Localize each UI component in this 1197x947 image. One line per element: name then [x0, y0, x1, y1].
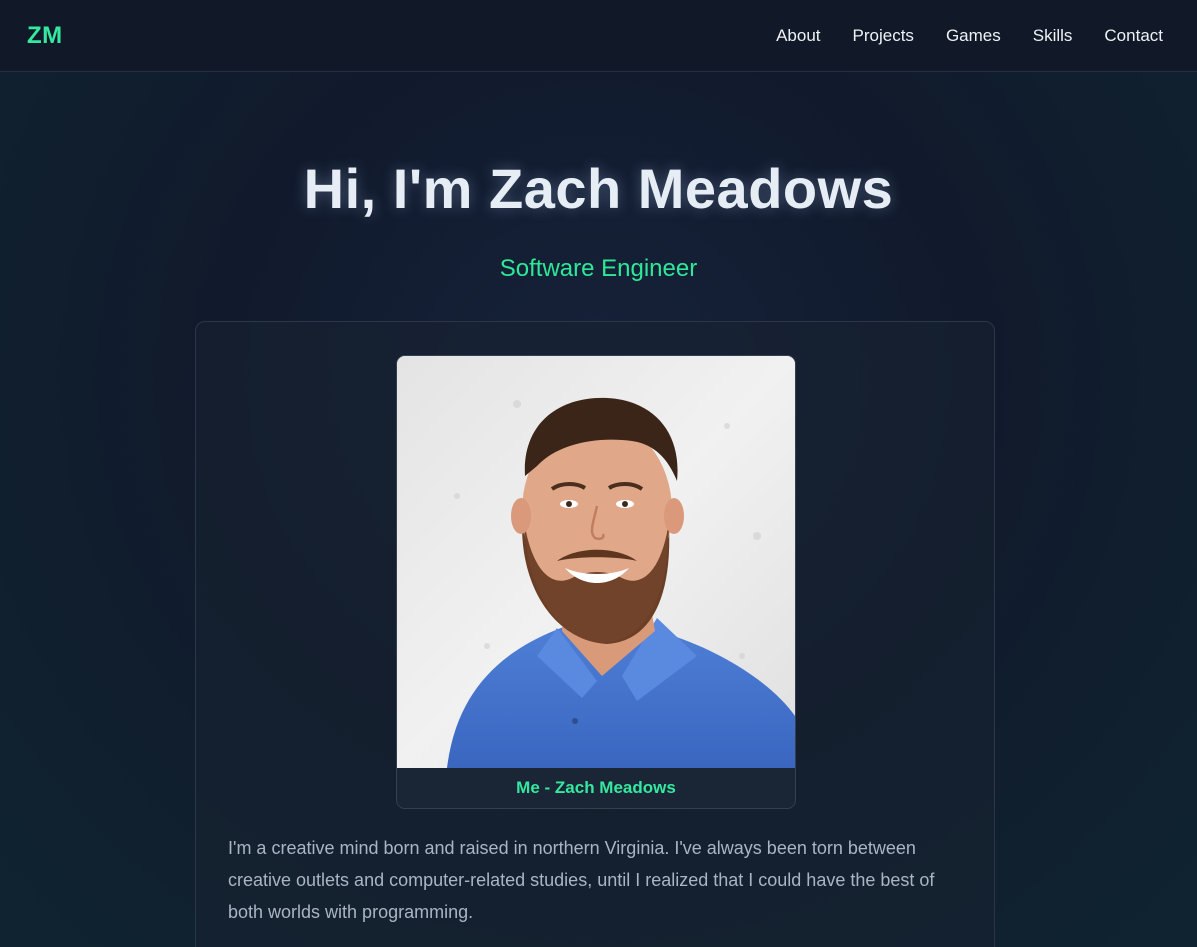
navbar: ZM About Projects Games Skills Contact [0, 0, 1197, 72]
nav-link-skills[interactable]: Skills [1033, 26, 1073, 46]
photo-caption: Me - Zach Meadows [397, 768, 795, 808]
about-card: Me - Zach Meadows I'm a creative mind bo… [195, 321, 995, 947]
nav-link-about[interactable]: About [776, 26, 820, 46]
profile-photo [397, 356, 795, 768]
nav-link-games[interactable]: Games [946, 26, 1001, 46]
nav-link-projects[interactable]: Projects [853, 26, 914, 46]
hero-subtitle: Software Engineer [499, 255, 698, 282]
logo-link[interactable]: ZM [27, 22, 63, 50]
nav-link-contact[interactable]: Contact [1104, 26, 1163, 46]
bio-text: I'm a creative mind born and raised in n… [228, 838, 935, 922]
profile-photo-frame: Me - Zach Meadows [396, 355, 796, 809]
nav-links: About Projects Games Skills Contact [744, 26, 1163, 46]
hero-title: Hi, I'm Zach Meadows [303, 157, 894, 220]
